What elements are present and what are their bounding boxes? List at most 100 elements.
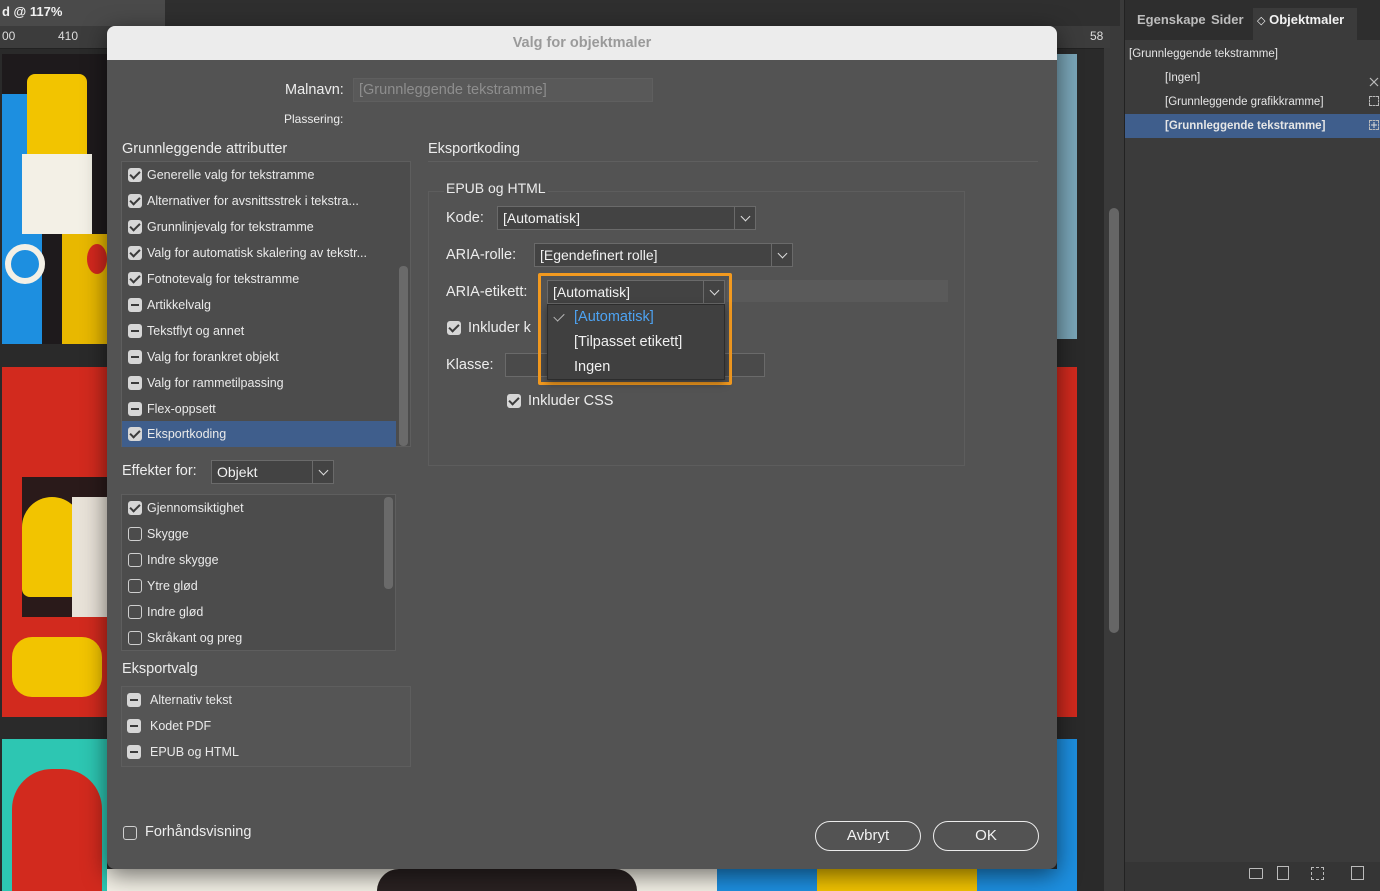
checkbox[interactable] <box>128 220 142 234</box>
aria-role-value: [Egendefinert rolle] <box>540 247 658 263</box>
export-options-header: Eksportvalg <box>122 661 198 677</box>
list-item[interactable]: Valg for rammetilpassing <box>122 370 410 396</box>
include-css-checkbox[interactable] <box>507 394 521 408</box>
list-item[interactable]: EPUB og HTML <box>122 739 410 765</box>
folder-icon[interactable] <box>1249 868 1263 879</box>
checkbox[interactable] <box>128 427 142 441</box>
clear-overrides-icon[interactable] <box>1277 866 1289 880</box>
list-item[interactable]: Alternativer for avsnittsstrek i tekstra… <box>122 188 410 214</box>
list-item-selected[interactable]: Eksportkoding <box>122 421 396 447</box>
custom-aria-label-input[interactable] <box>727 280 948 302</box>
checkbox[interactable] <box>128 376 142 390</box>
list-scrollbar[interactable] <box>399 266 408 446</box>
artwork-panel <box>1057 367 1077 717</box>
checkbox[interactable] <box>127 693 141 707</box>
list-item[interactable]: Generelle valg for tekstramme <box>122 162 410 188</box>
checkbox[interactable] <box>128 168 142 182</box>
checkbox[interactable] <box>128 527 142 541</box>
list-item[interactable]: Ytre glød <box>122 573 395 599</box>
list-item[interactable]: Fotnotevalg for tekstramme <box>122 266 410 292</box>
artwork-panel <box>2 739 107 891</box>
menu-item-automatic[interactable]: [Automatisk] <box>548 305 724 330</box>
checkbox[interactable] <box>127 745 141 759</box>
document-tab[interactable]: d @ 117% <box>0 0 165 26</box>
aria-label-dropdown[interactable]: [Automatisk] <box>547 280 725 304</box>
tab-pages[interactable]: Sider <box>1211 12 1244 27</box>
list-item[interactable]: Artikkelvalg <box>122 292 410 318</box>
effects-for-dropdown[interactable]: Objekt <box>211 460 334 484</box>
document-vertical-scrollbar[interactable] <box>1104 48 1124 891</box>
aria-role-label: ARIA-rolle: <box>446 247 517 263</box>
menu-item-custom-label[interactable]: [Tilpasset etikett] <box>548 330 724 355</box>
export-tagging-header: Eksportkoding <box>428 141 520 157</box>
tab-object-styles[interactable]: ◇ Objektmaler <box>1257 12 1344 27</box>
checkbox[interactable] <box>128 350 142 364</box>
style-list-item[interactable]: [Ingen] <box>1125 66 1380 90</box>
document-tab-bar <box>0 0 1120 26</box>
panel-tab-bar: Egenskape Sider ◇ Objektmaler <box>1125 0 1380 40</box>
checkbox[interactable] <box>128 246 142 260</box>
list-item[interactable]: Valg for forankret objekt <box>122 344 410 370</box>
list-item[interactable]: Grunnlinjevalg for tekstramme <box>122 214 410 240</box>
list-item[interactable]: Gjennomsiktighet <box>122 495 395 521</box>
checkbox[interactable] <box>128 501 142 515</box>
checkbox[interactable] <box>128 272 142 286</box>
no-style-icon <box>1369 72 1379 87</box>
aria-role-dropdown[interactable]: [Egendefinert rolle] <box>534 243 793 267</box>
tag-dropdown[interactable]: [Automatisk] <box>497 206 756 230</box>
list-item[interactable]: Tekstflyt og annet <box>122 318 410 344</box>
checkbox[interactable] <box>128 298 142 312</box>
checkbox[interactable] <box>128 324 142 338</box>
checkbox[interactable] <box>127 719 141 733</box>
basic-attributes-header: Grunnleggende attributter <box>122 141 288 157</box>
style-list-item-label: [Grunnleggende tekstramme] <box>1165 120 1326 132</box>
new-style-icon[interactable] <box>1351 866 1364 880</box>
list-item[interactable]: Indre glød <box>122 599 395 625</box>
object-style-options-dialog: Valg for objektmaler Malnavn: [Grunnlegg… <box>107 26 1057 869</box>
menu-item-none[interactable]: Ingen <box>548 355 724 380</box>
checkbox[interactable] <box>128 402 142 416</box>
list-scrollbar[interactable] <box>384 497 393 589</box>
tag-value: [Automatisk] <box>503 210 581 226</box>
class-label: Klasse: <box>446 357 494 373</box>
list-item[interactable]: Indre skygge <box>122 547 395 573</box>
checkbox[interactable] <box>128 631 142 645</box>
checkmark-icon <box>553 310 565 322</box>
style-list-item-label: [Ingen] <box>1165 72 1201 84</box>
effects-list: Gjennomsiktighet Skygge Indre skygge Ytr… <box>121 494 396 651</box>
style-list-item-label: [Grunnleggende grafikkramme] <box>1165 96 1324 108</box>
ok-button[interactable]: OK <box>933 821 1039 851</box>
checkbox[interactable] <box>128 579 142 593</box>
checkbox[interactable] <box>128 605 142 619</box>
include-class-checkbox[interactable] <box>447 321 461 335</box>
artwork-panel <box>1057 739 1077 891</box>
include-class-label: Inkluder k <box>468 320 531 336</box>
list-item[interactable]: Alternativ tekst <box>122 687 410 713</box>
export-options-list: Alternativ tekst Kodet PDF EPUB og HTML <box>121 686 411 767</box>
tab-properties[interactable]: Egenskape <box>1137 12 1206 27</box>
effects-for-value: Objekt <box>217 464 258 480</box>
dialog-title: Valg for objektmaler <box>107 26 1057 60</box>
checkbox[interactable] <box>128 553 142 567</box>
style-list-item[interactable]: [Grunnleggende tekstramme] <box>1125 114 1380 138</box>
list-item[interactable]: Flex-oppsett <box>122 396 410 422</box>
location-label: Plassering: <box>284 112 344 126</box>
style-name-input[interactable]: [Grunnleggende tekstramme] <box>353 78 653 102</box>
artwork-panel <box>1057 54 1077 339</box>
chevron-down-icon <box>734 207 755 229</box>
chevron-down-icon <box>312 461 333 483</box>
list-item[interactable]: Skråkant og preg <box>122 625 395 651</box>
checkbox[interactable] <box>128 194 142 208</box>
list-item[interactable]: Kodet PDF <box>122 713 410 739</box>
style-list-item[interactable]: [Grunnleggende grafikkramme] <box>1125 90 1380 114</box>
list-item[interactable]: Skygge <box>122 521 395 547</box>
cancel-button[interactable]: Avbryt <box>815 821 921 851</box>
frame-icon[interactable] <box>1311 867 1324 880</box>
object-styles-panel: Egenskape Sider ◇ Objektmaler [Grunnlegg… <box>1124 0 1380 891</box>
text-frame-icon <box>1369 120 1379 130</box>
section-divider <box>428 161 1038 162</box>
preview-checkbox[interactable] <box>123 826 137 840</box>
list-item[interactable]: Valg for automatisk skalering av tekstr.… <box>122 240 410 266</box>
aria-label-label: ARIA-etikett: <box>446 284 528 300</box>
ruler-mark: 58 <box>1090 29 1104 43</box>
